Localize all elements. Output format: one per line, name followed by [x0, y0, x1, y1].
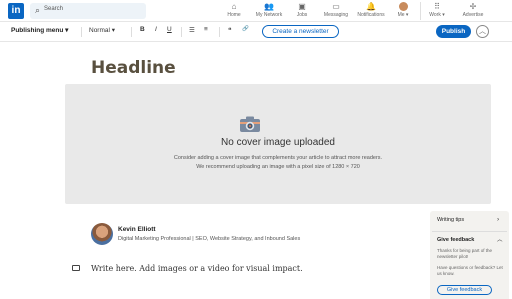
nav-me[interactable]: Me ▾: [394, 2, 412, 18]
nav-divider: [420, 2, 421, 20]
headline-input[interactable]: Headline: [91, 58, 176, 78]
nav-notifications-label: Notifications: [357, 12, 385, 18]
give-feedback-button[interactable]: Give feedback: [437, 285, 492, 295]
style-select[interactable]: Normal ▾: [89, 26, 115, 34]
top-navigation: in ⌕ Search ⌂ Home 👥 My Network ▣ Jobs ▭…: [0, 0, 512, 22]
network-icon: 👥: [264, 2, 274, 11]
nav-network-label: My Network: [255, 12, 283, 18]
nav-my-network[interactable]: 👥 My Network: [252, 2, 286, 18]
author-headline: Digital Marketing Professional | SEO, We…: [118, 236, 301, 242]
nav-messaging[interactable]: ▭ Messaging: [320, 2, 352, 18]
nav-advertise[interactable]: ✢ Advertise: [460, 2, 486, 18]
cover-title: No cover image uploaded: [221, 137, 335, 148]
cover-description-line-1: Consider adding a cover image that compl…: [173, 155, 383, 161]
toolbar-divider: [131, 27, 132, 37]
panel-divider: [432, 231, 507, 232]
italic-button[interactable]: I: [155, 26, 157, 33]
numbered-list-icon[interactable]: ≡: [204, 26, 208, 33]
grid-icon: ⠿: [434, 2, 440, 11]
bold-button[interactable]: B: [140, 26, 145, 33]
feedback-thanks-text: Thanks for being part of the newsletter …: [437, 248, 493, 259]
nav-advertise-label: Advertise: [462, 12, 484, 18]
toolbar-divider: [81, 27, 82, 37]
media-add-icon[interactable]: [72, 265, 80, 271]
linkedin-logo-icon[interactable]: in: [8, 3, 24, 19]
editor-toolbar: Publishing menu ▾ Normal ▾ B I U ☰ ≡ ❝ 🔗…: [0, 22, 512, 42]
writing-tips-toggle[interactable]: Writing tips: [437, 217, 464, 223]
nav-jobs-label: Jobs: [296, 12, 308, 18]
author-avatar: [91, 223, 113, 245]
search-input[interactable]: ⌕ Search: [30, 3, 146, 19]
feedback-questions-text: Have questions or feedback? Let us know.: [437, 265, 503, 276]
toolbar-divider: [181, 27, 182, 37]
bullet-list-icon[interactable]: ☰: [189, 26, 195, 34]
camera-icon: [240, 116, 260, 132]
nav-home[interactable]: ⌂ Home: [226, 2, 242, 18]
search-icon: ⌕: [35, 5, 41, 15]
publishing-menu-dropdown[interactable]: Publishing menu ▾: [11, 26, 68, 34]
home-icon: ⌂: [231, 2, 237, 11]
nav-me-label: Me ▾: [397, 12, 409, 18]
nav-work[interactable]: ⠿ Work ▾: [426, 2, 448, 18]
quote-icon[interactable]: ❝: [228, 26, 232, 34]
publish-button[interactable]: Publish: [436, 25, 471, 38]
nav-jobs[interactable]: ▣ Jobs: [294, 2, 310, 18]
briefcase-icon: ▣: [298, 2, 306, 11]
underline-button[interactable]: U: [167, 26, 172, 33]
collapse-icon[interactable]: ︿: [476, 25, 489, 38]
give-feedback-heading[interactable]: Give feedback: [437, 237, 474, 243]
nav-messaging-label: Messaging: [323, 12, 349, 18]
search-placeholder: Search: [44, 6, 64, 12]
nav-notifications[interactable]: 🔔 Notifications: [354, 2, 388, 18]
editor-body[interactable]: Write here. Add images or a video for vi…: [91, 264, 303, 273]
bell-icon: 🔔: [366, 2, 376, 11]
cover-description-line-2: We recommend uploading an image with a p…: [196, 164, 360, 170]
chevron-up-icon[interactable]: ︿: [497, 235, 503, 243]
compass-icon: ✢: [469, 2, 477, 11]
cover-description: Consider adding a cover image that compl…: [65, 154, 491, 172]
chevron-right-icon[interactable]: ›: [497, 216, 499, 223]
create-newsletter-button[interactable]: Create a newsletter: [262, 25, 339, 38]
chat-icon: ▭: [332, 2, 340, 11]
nav-home-label: Home: [227, 12, 241, 18]
nav-work-label: Work ▾: [429, 12, 445, 18]
toolbar-divider: [219, 27, 220, 37]
avatar: [398, 2, 408, 11]
link-icon[interactable]: 🔗: [242, 26, 249, 32]
author-name: Kevin Elliott: [118, 226, 156, 233]
